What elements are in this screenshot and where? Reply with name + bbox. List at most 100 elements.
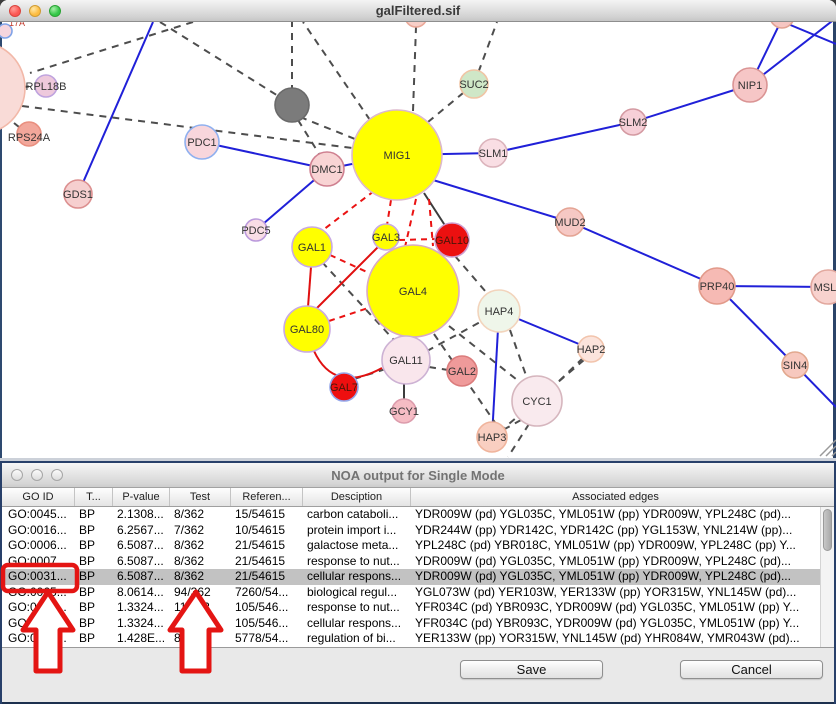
cell: GO:0031...: [2, 616, 74, 632]
cell: regulation of bi...: [302, 631, 410, 647]
node-unlabeled[interactable]: [275, 88, 309, 122]
table-row[interactable]: GO:0031...BP1.3324...11/362105/546...cel…: [2, 616, 820, 632]
column-header-0[interactable]: GO ID: [2, 488, 74, 506]
table-body: GO:0045...BP2.1308...8/36215/54615carbon…: [2, 507, 820, 647]
column-header-3[interactable]: Test: [169, 488, 230, 506]
cell: 21/54615: [230, 538, 302, 554]
cell: BP: [74, 585, 112, 601]
node-label-gal4: GAL4: [399, 286, 427, 298]
resize-grip[interactable]: [820, 440, 836, 456]
cell: GO:0031...: [2, 569, 74, 585]
node-label-gds1: GDS1: [63, 189, 93, 201]
cell: 15/54615: [230, 507, 302, 523]
cell: 21/54615: [230, 569, 302, 585]
node-unlabeled[interactable]: [0, 42, 25, 134]
cell: GO:0016...: [2, 523, 74, 539]
cell: 1.3324...: [112, 616, 169, 632]
cell: YDR244W (pp) YDR142C, YDR142C (pp) YGL15…: [410, 523, 820, 539]
scrollbar-thumb[interactable]: [823, 509, 832, 551]
node-label-hap4: HAP4: [485, 306, 514, 318]
node-label-gal10: GAL10: [435, 235, 469, 247]
network-titlebar[interactable]: galFiltered.sif: [0, 0, 836, 22]
cell: 7/362: [169, 523, 230, 539]
column-header-5[interactable]: Desciption: [302, 488, 410, 506]
edge-red_dashed: [329, 308, 368, 321]
cell: cellular respons...: [302, 616, 410, 632]
cell: YDR009W (pd) YGL035C, YML051W (pp) YDR00…: [410, 507, 820, 523]
save-button[interactable]: Save: [460, 660, 603, 679]
edge-blue: [420, 176, 570, 222]
table-row[interactable]: GO:0031...BP6.5087...8/36221/54615cellul…: [2, 569, 820, 585]
cell: response to nut...: [302, 600, 410, 616]
table-header[interactable]: GO IDT...P-valueTestReferen...Desciption…: [2, 488, 834, 507]
edge-red_dashed: [387, 200, 391, 225]
cell: GO:0006...: [2, 538, 74, 554]
noa-titlebar[interactable]: NOA output for Single Mode: [2, 463, 834, 488]
edge-gray_dashed: [30, 22, 193, 73]
cell: 8.0614...: [112, 585, 169, 601]
node-label-rpl18b: RPL18B: [26, 81, 67, 93]
cell: 11/362: [169, 616, 230, 632]
edge-blue: [78, 22, 153, 194]
cell: 2.1308...: [112, 507, 169, 523]
table-row[interactable]: GO:0050...BP1.428E...80/3625778/54...reg…: [2, 631, 820, 647]
cell: 21/54615: [230, 554, 302, 570]
cell: cellular respons...: [302, 569, 410, 585]
table-row[interactable]: GO:0007...BP6.5087...8/36221/54615respon…: [2, 554, 820, 570]
node-label-17a: 17A: [9, 22, 25, 28]
node-label-slm1: SLM1: [479, 148, 508, 160]
node-label-gal7: GAL7: [330, 382, 358, 394]
node-label-gcy1: GCY1: [389, 406, 419, 418]
table-row[interactable]: GO:0045...BP2.1308...8/36215/54615carbon…: [2, 507, 820, 523]
node-label-pdc5: PDC5: [241, 225, 270, 237]
node-label-hap3: HAP3: [478, 432, 507, 444]
node-label-dmc1: DMC1: [311, 164, 342, 176]
edge-gray_dashed: [413, 27, 416, 111]
node-label-gal1: GAL1: [298, 242, 326, 254]
cell: BP: [74, 616, 112, 632]
cell: 6.5087...: [112, 554, 169, 570]
column-header-6[interactable]: Associated edges: [410, 488, 820, 506]
network-canvas[interactable]: 17ARPL18BRPS24AGDS1PDC1DMC1MIG1SUC2SLM1S…: [0, 22, 836, 458]
column-header-1[interactable]: T...: [74, 488, 112, 506]
cell: YER133W (pp) YOR315W, YNL145W (pd) YHR08…: [410, 631, 820, 647]
edge-red_solid: [308, 267, 311, 307]
cancel-button[interactable]: Cancel: [680, 660, 823, 679]
network-window: 17ARPL18BRPS24AGDS1PDC1DMC1MIG1SUC2SLM1S…: [0, 0, 836, 461]
cell: BP: [74, 507, 112, 523]
cell: 8/362: [169, 569, 230, 585]
window-title: galFiltered.sif: [0, 3, 836, 18]
table-row[interactable]: GO:0031...BP1.3324...11/362105/546...res…: [2, 600, 820, 616]
cell: 8/362: [169, 538, 230, 554]
edge-blue: [788, 24, 836, 44]
cell: 6.5087...: [112, 538, 169, 554]
edge-blue: [633, 85, 750, 122]
table-row[interactable]: GO:0006...BP6.5087...8/36221/54615galact…: [2, 538, 820, 554]
table-row[interactable]: GO:0016...BP6.2567...7/36210/54615protei…: [2, 523, 820, 539]
node-unlabeled[interactable]: [770, 22, 794, 28]
cell: BP: [74, 600, 112, 616]
column-header-4[interactable]: Referen...: [230, 488, 302, 506]
node-label-gal80: GAL80: [290, 324, 324, 336]
node-unlabeled[interactable]: [405, 22, 427, 27]
cell: 10/54615: [230, 523, 302, 539]
table-row[interactable]: GO:0065...BP8.0614...94/3627260/54...bio…: [2, 585, 820, 601]
cell: GO:0007...: [2, 554, 74, 570]
column-header-2[interactable]: P-value: [112, 488, 169, 506]
cell: YFR034C (pd) YBR093C, YDR009W (pd) YGL03…: [410, 616, 820, 632]
cell: response to nut...: [302, 554, 410, 570]
cell: 105/546...: [230, 600, 302, 616]
cell: BP: [74, 523, 112, 539]
cell: 5778/54...: [230, 631, 302, 647]
edge-blue: [202, 142, 327, 169]
node-label-cyc1: CYC1: [522, 396, 551, 408]
node-label-mig1: MIG1: [384, 150, 411, 162]
cell: BP: [74, 631, 112, 647]
cell: BP: [74, 569, 112, 585]
vertical-scrollbar[interactable]: [820, 507, 834, 647]
node-label-hap2: HAP2: [577, 344, 606, 356]
edge-gray_dashed: [508, 424, 529, 457]
cell: YFR034C (pd) YBR093C, YDR009W (pd) YGL03…: [410, 600, 820, 616]
node-label-slm2: SLM2: [619, 117, 648, 129]
cell: GO:0065...: [2, 585, 74, 601]
